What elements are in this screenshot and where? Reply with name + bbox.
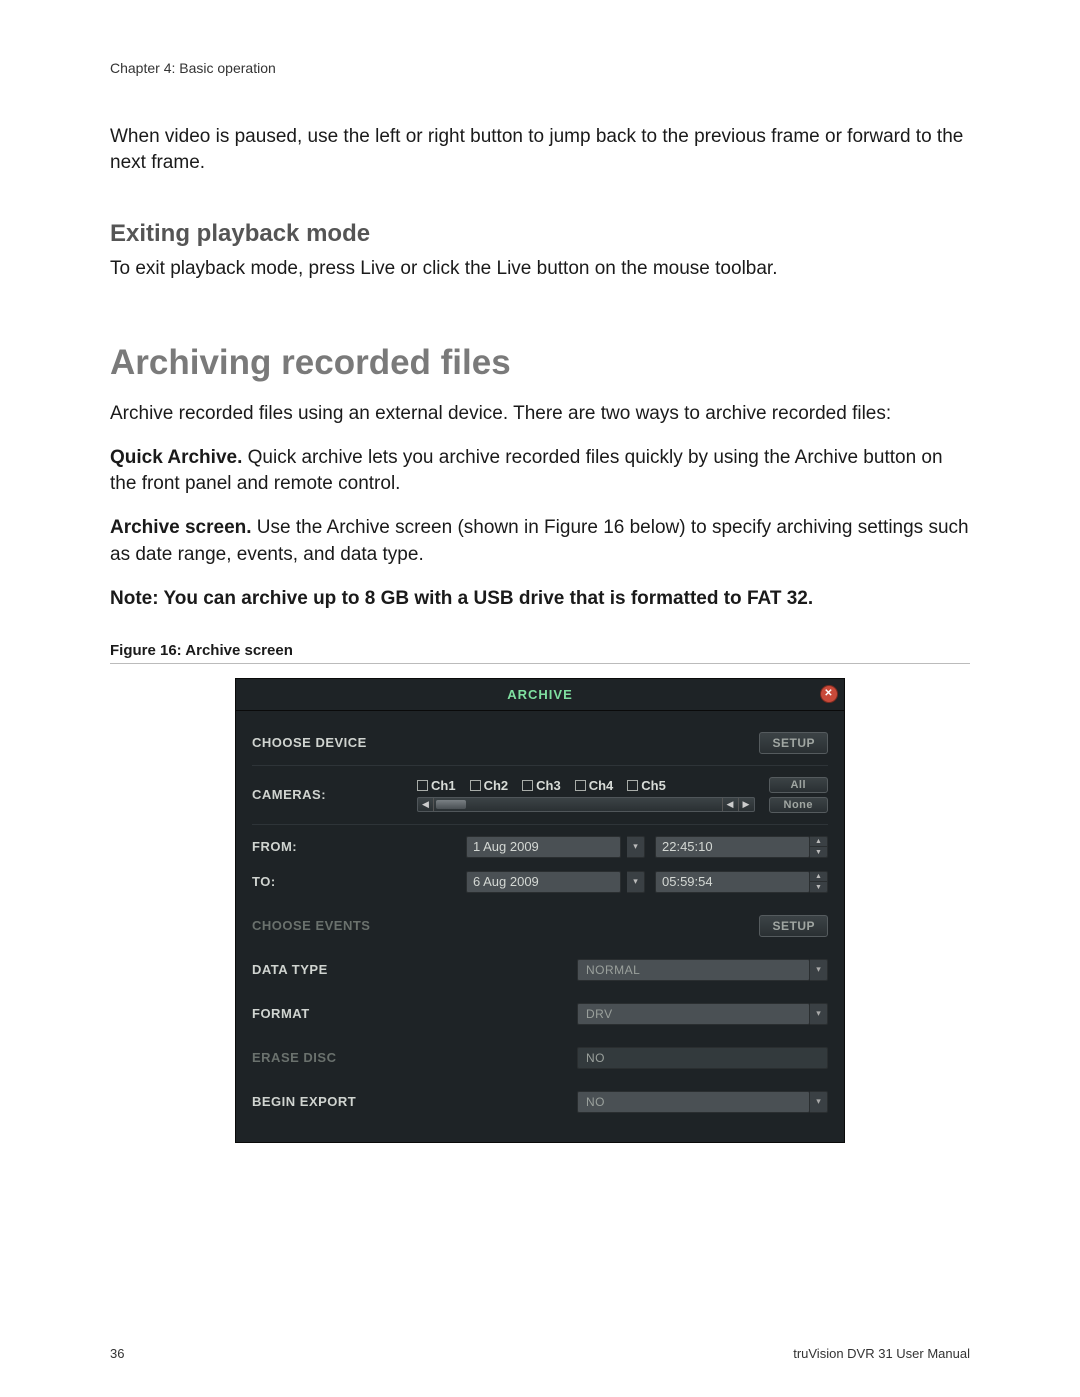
choose-device-setup-button[interactable]: SETUP — [759, 732, 828, 754]
page-number: 36 — [110, 1346, 124, 1361]
data-type-select[interactable]: NORMAL — [577, 959, 810, 981]
cameras-label: CAMERAS: — [252, 787, 417, 802]
cameras-all-button[interactable]: All — [769, 777, 829, 793]
camera-scrollbar[interactable]: ◀ ◀ ▶ — [417, 797, 755, 812]
format-dropdown-icon[interactable]: ▾ — [810, 1003, 828, 1025]
data-type-label: DATA TYPE — [252, 962, 577, 977]
to-time-input[interactable]: 05:59:54 — [655, 871, 810, 893]
archive-screen-label: Archive screen. — [110, 517, 252, 538]
close-icon[interactable]: ✕ — [820, 685, 838, 703]
choose-device-label: CHOOSE DEVICE — [252, 735, 417, 750]
format-row: FORMAT DRV ▾ — [252, 992, 828, 1036]
doc-title: truVision DVR 31 User Manual — [793, 1346, 970, 1361]
choose-events-label: CHOOSE EVENTS — [252, 918, 417, 933]
cameras-none-button[interactable]: None — [769, 797, 829, 813]
scroll-right2-icon[interactable]: ▶ — [738, 798, 754, 811]
from-time-input[interactable]: 22:45:10 — [655, 836, 810, 858]
camera-checkboxes: Ch1 Ch2 Ch3 Ch4 Ch5 — [417, 778, 755, 793]
figure-rule — [110, 663, 970, 664]
archive-title: ARCHIVE — [507, 687, 573, 702]
archive-screen-paragraph: Archive screen. Use the Archive screen (… — [110, 515, 970, 567]
to-label: TO: — [252, 874, 391, 889]
quick-archive-label: Quick Archive. — [110, 447, 242, 468]
from-time-spinner[interactable]: ▲▼ — [810, 836, 828, 858]
begin-export-label: BEGIN EXPORT — [252, 1094, 577, 1109]
archiving-intro: Archive recorded files using an external… — [110, 401, 970, 427]
chapter-header: Chapter 4: Basic operation — [110, 60, 970, 76]
intro-paragraph: When video is paused, use the left or ri… — [110, 124, 970, 176]
to-row: TO: 6 Aug 2009 ▾ 05:59:54 ▲▼ — [252, 869, 828, 904]
to-time-spinner[interactable]: ▲▼ — [810, 871, 828, 893]
note-text: Note: You can archive up to 8 GB with a … — [110, 586, 970, 612]
begin-export-dropdown-icon[interactable]: ▾ — [810, 1091, 828, 1113]
archive-titlebar: ARCHIVE ✕ — [236, 679, 844, 711]
quick-archive-paragraph: Quick Archive. Quick archive lets you ar… — [110, 445, 970, 497]
from-date-dropdown-icon[interactable]: ▾ — [627, 836, 645, 858]
from-date-input[interactable]: 1 Aug 2009 — [466, 836, 621, 858]
camera-ch2-checkbox[interactable]: Ch2 — [470, 778, 509, 793]
choose-events-row: CHOOSE EVENTS SETUP — [252, 904, 828, 948]
erase-disc-value: NO — [577, 1047, 828, 1069]
archiving-heading: Archiving recorded files — [110, 343, 970, 383]
exiting-text: To exit playback mode, press Live or cli… — [110, 256, 970, 282]
cameras-row: CAMERAS: Ch1 Ch2 Ch3 Ch4 Ch5 ◀ ◀ ▶ All — [252, 765, 828, 824]
format-select[interactable]: DRV — [577, 1003, 810, 1025]
from-row: FROM: 1 Aug 2009 ▾ 22:45:10 ▲▼ — [252, 824, 828, 869]
scroll-right-icon[interactable]: ◀ — [722, 798, 738, 811]
scroll-left-icon[interactable]: ◀ — [418, 798, 434, 811]
choose-events-setup-button[interactable]: SETUP — [759, 915, 828, 937]
erase-disc-label: ERASE DISC — [252, 1050, 577, 1065]
camera-ch1-checkbox[interactable]: Ch1 — [417, 778, 456, 793]
erase-disc-row: ERASE DISC NO — [252, 1036, 828, 1080]
exiting-heading: Exiting playback mode — [110, 220, 970, 248]
archive-panel: ARCHIVE ✕ CHOOSE DEVICE SETUP CAMERAS: C… — [235, 678, 845, 1143]
data-type-dropdown-icon[interactable]: ▾ — [810, 959, 828, 981]
camera-ch5-checkbox[interactable]: Ch5 — [627, 778, 666, 793]
camera-ch4-checkbox[interactable]: Ch4 — [575, 778, 614, 793]
begin-export-row: BEGIN EXPORT NO ▾ — [252, 1080, 828, 1124]
scroll-thumb[interactable] — [436, 800, 466, 809]
page-footer: 36 truVision DVR 31 User Manual — [110, 1346, 970, 1361]
figure-caption: Figure 16: Archive screen — [110, 642, 970, 659]
begin-export-select[interactable]: NO — [577, 1091, 810, 1113]
from-label: FROM: — [252, 839, 391, 854]
camera-ch3-checkbox[interactable]: Ch3 — [522, 778, 561, 793]
to-date-dropdown-icon[interactable]: ▾ — [627, 871, 645, 893]
format-label: FORMAT — [252, 1006, 577, 1021]
choose-device-row: CHOOSE DEVICE SETUP — [252, 721, 828, 765]
data-type-row: DATA TYPE NORMAL ▾ — [252, 948, 828, 992]
to-date-input[interactable]: 6 Aug 2009 — [466, 871, 621, 893]
